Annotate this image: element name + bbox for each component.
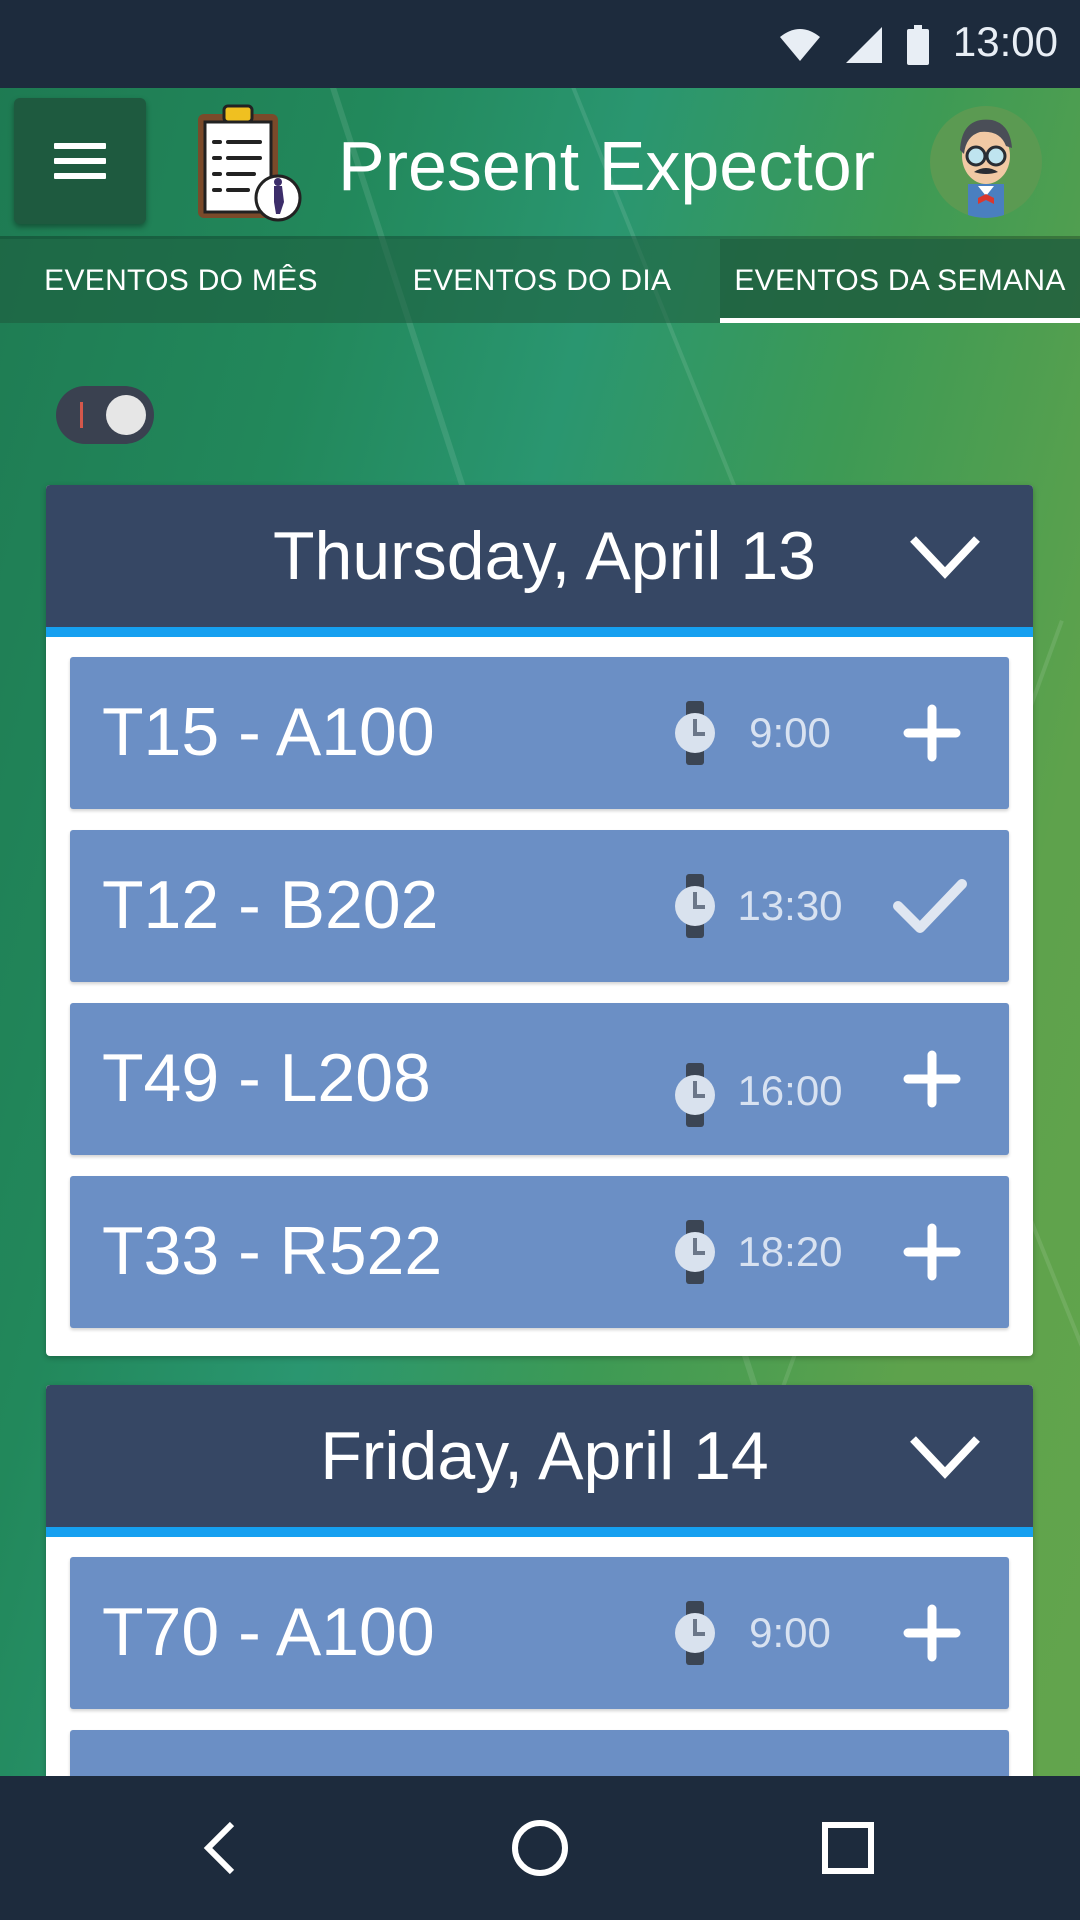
day-title: Thursday, April 13 xyxy=(272,518,816,594)
checkmark-icon[interactable] xyxy=(892,876,968,936)
day-header-accent xyxy=(46,1527,1033,1537)
event-time: 13:30 xyxy=(737,882,843,929)
watch-icon xyxy=(675,1601,715,1665)
day-card: Thursday, April 13 T15 - A100 9:00 T12 -… xyxy=(46,485,1033,1356)
event-list: T70 - A100 9:00 xyxy=(46,1527,1033,1805)
watch-icon xyxy=(675,1220,715,1284)
watch-icon xyxy=(675,701,715,765)
day-header[interactable]: Thursday, April 13 xyxy=(46,485,1033,637)
clipboard-checklist-icon xyxy=(198,104,302,222)
toggle-off-mark xyxy=(80,402,83,428)
clock-time: 13:00 xyxy=(952,18,1058,65)
day-header[interactable]: Friday, April 14 xyxy=(46,1385,1033,1537)
event-time: 18:20 xyxy=(737,1228,843,1275)
signal-icon xyxy=(846,27,882,63)
battery-icon xyxy=(907,25,929,65)
toggle-knob xyxy=(106,395,146,435)
status-bar: 13:00 xyxy=(0,0,1080,88)
user-avatar-icon[interactable] xyxy=(930,106,1042,218)
event-item[interactable]: T15 - A100 9:00 xyxy=(70,657,1009,809)
chevron-down-icon[interactable] xyxy=(909,533,981,581)
watch-icon xyxy=(675,874,715,938)
tab-eventos-do-mes[interactable]: EVENTOS DO MÊS xyxy=(0,239,362,323)
event-time: 9:00 xyxy=(749,1609,831,1656)
add-icon[interactable] xyxy=(902,1222,962,1282)
chevron-down-icon[interactable] xyxy=(909,1433,981,1481)
event-list: T15 - A100 9:00 T12 - B202 13:30 T49 - L… xyxy=(46,627,1033,1356)
event-name: T49 - L208 xyxy=(102,1040,431,1116)
add-icon[interactable] xyxy=(902,1049,962,1109)
event-time: 16:00 xyxy=(737,1067,843,1114)
event-name: T70 - A100 xyxy=(102,1594,435,1670)
wifi-icon xyxy=(780,29,820,61)
event-time: 9:00 xyxy=(749,709,831,756)
menu-button[interactable] xyxy=(14,98,146,224)
navigation-bar xyxy=(0,1776,1080,1920)
hamburger-icon xyxy=(54,134,106,188)
add-icon[interactable] xyxy=(902,1603,962,1663)
event-name: T33 - R522 xyxy=(102,1213,443,1289)
event-item[interactable]: T12 - B202 13:30 xyxy=(70,830,1009,982)
event-name: T12 - B202 xyxy=(102,867,439,943)
back-icon[interactable] xyxy=(190,1818,250,1878)
event-item[interactable]: T49 - L208 16:00 xyxy=(70,1003,1009,1155)
day-header-accent xyxy=(46,627,1033,637)
tab-bar: EVENTOS DO MÊS EVENTOS DO DIA EVENTOS DA… xyxy=(0,239,1080,323)
app-title: Present Expector xyxy=(338,127,875,205)
recents-icon[interactable] xyxy=(818,1818,878,1878)
day-card: Friday, April 14 T70 - A100 9:00 xyxy=(46,1385,1033,1805)
day-title: Friday, April 14 xyxy=(320,1418,769,1494)
app-bar: Present Expector xyxy=(0,88,1080,236)
tab-eventos-da-semana[interactable]: EVENTOS DA SEMANA xyxy=(720,239,1080,323)
filter-toggle[interactable] xyxy=(56,386,154,444)
home-icon[interactable] xyxy=(510,1818,570,1878)
status-icons xyxy=(778,22,930,68)
watch-icon xyxy=(675,1063,715,1127)
event-item[interactable]: T70 - A100 9:00 xyxy=(70,1557,1009,1709)
event-name: T15 - A100 xyxy=(102,694,435,770)
add-icon[interactable] xyxy=(902,703,962,763)
tab-eventos-do-dia[interactable]: EVENTOS DO DIA xyxy=(362,239,722,323)
event-item[interactable]: T33 - R522 18:20 xyxy=(70,1176,1009,1328)
